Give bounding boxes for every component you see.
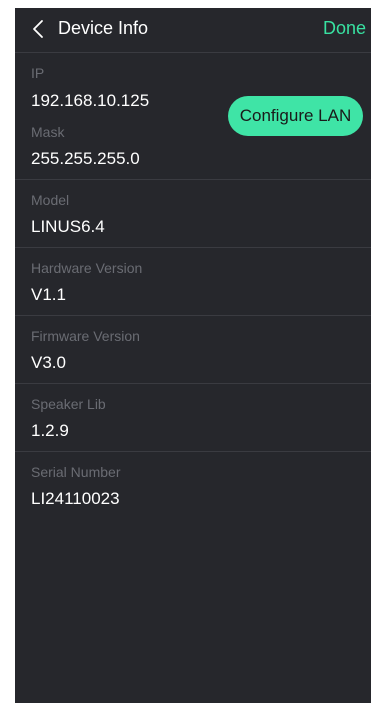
firmware-version-row: Firmware Version V3.0 xyxy=(15,316,371,384)
model-label: Model xyxy=(31,192,70,208)
serial-number-label: Serial Number xyxy=(31,464,121,480)
ip-label: IP xyxy=(31,65,45,81)
hardware-version-label: Hardware Version xyxy=(31,260,143,276)
model-row: Model LINUS6.4 xyxy=(15,180,371,248)
mask-value: 255.255.255.0 xyxy=(31,149,140,168)
hardware-version-value: V1.1 xyxy=(31,285,66,304)
hardware-version-row: Hardware Version V1.1 xyxy=(15,248,371,316)
speaker-lib-row: Speaker Lib 1.2.9 xyxy=(15,384,371,452)
serial-number-value: LI24110023 xyxy=(31,489,120,508)
navigation-bar: Device Info Done xyxy=(15,8,371,53)
back-button[interactable] xyxy=(27,17,51,41)
model-value: LINUS6.4 xyxy=(31,217,105,236)
serial-number-row: Serial Number LI24110023 xyxy=(15,452,371,519)
speaker-lib-value: 1.2.9 xyxy=(31,421,69,440)
chevron-left-icon xyxy=(33,20,43,38)
mask-label: Mask xyxy=(31,124,65,140)
page-title: Device Info xyxy=(58,18,149,38)
ip-value: 192.168.10.125 xyxy=(31,91,150,110)
speaker-lib-label: Speaker Lib xyxy=(31,396,106,412)
done-button[interactable]: Done xyxy=(323,18,366,39)
configure-lan-button[interactable]: Configure LAN xyxy=(228,96,363,136)
firmware-version-value: V3.0 xyxy=(31,353,66,372)
device-info-screen: Device Info Done IP 192.168.10.125 Mask … xyxy=(15,8,371,703)
network-section: IP 192.168.10.125 Mask 255.255.255.0 Con… xyxy=(15,53,371,180)
firmware-version-label: Firmware Version xyxy=(31,328,140,344)
